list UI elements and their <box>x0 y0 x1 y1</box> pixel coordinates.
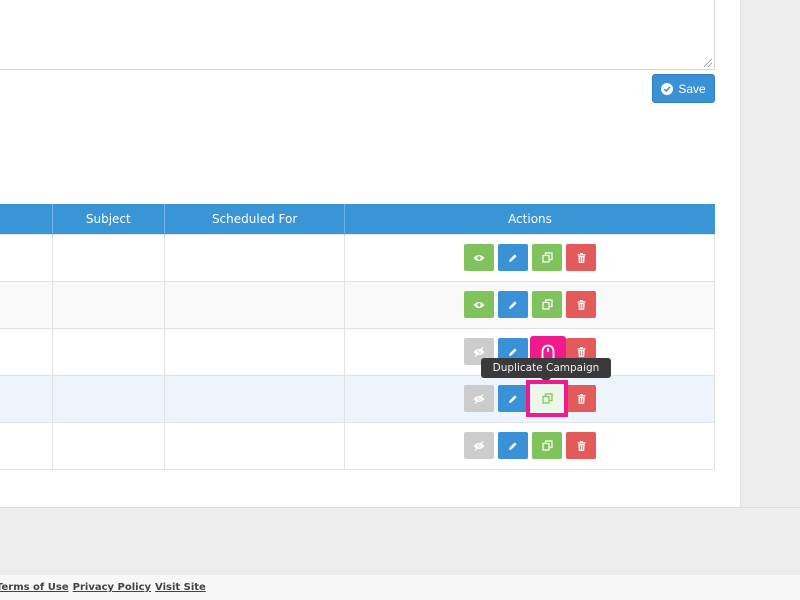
save-button-label: Save <box>678 81 706 96</box>
view-icon <box>473 301 485 308</box>
table-row <box>0 233 715 282</box>
pencil-icon <box>509 441 517 450</box>
table-row <box>0 421 715 470</box>
view-button[interactable] <box>464 291 495 318</box>
row-cell <box>0 374 53 423</box>
view-button[interactable] <box>464 244 495 271</box>
edit-button[interactable] <box>498 432 529 459</box>
view-icon <box>473 254 485 261</box>
view-icon <box>473 346 485 357</box>
row-actions <box>345 385 714 412</box>
delete-button[interactable] <box>566 385 597 412</box>
subject-cell <box>51 280 165 329</box>
footer-band <box>0 507 800 575</box>
column-header-actions: Actions <box>344 204 715 234</box>
visit-site-link[interactable]: Visit Site <box>155 582 206 593</box>
delete-button[interactable] <box>566 291 597 318</box>
footer-links: Terms of Use Privacy Policy Visit Site <box>0 575 800 600</box>
column-header-scheduled-for[interactable]: Scheduled For <box>164 204 346 234</box>
trash-icon <box>577 393 586 404</box>
pencil-icon <box>509 347 517 356</box>
view-button[interactable] <box>464 385 495 412</box>
subject-cell <box>51 327 165 376</box>
pencil-icon <box>509 394 517 403</box>
copy-icon <box>542 393 553 404</box>
row-actions <box>345 291 714 318</box>
view-icon <box>473 393 485 404</box>
pencil-icon <box>509 253 517 262</box>
view-icon <box>473 440 485 451</box>
column-header-subject[interactable]: Subject <box>52 204 165 234</box>
row-actions <box>345 244 714 271</box>
table-header: Subject Scheduled For Actions <box>0 204 715 234</box>
row-cell <box>0 421 53 470</box>
trash-icon <box>577 346 586 357</box>
copy-icon <box>542 440 553 451</box>
actions-cell <box>344 233 715 282</box>
delete-button[interactable] <box>566 244 597 271</box>
main-content: Save Subject Scheduled For Actions <box>0 0 740 507</box>
row-cell <box>0 280 53 329</box>
table-row <box>0 374 715 423</box>
row-actions <box>345 432 714 459</box>
duplicate-button[interactable] <box>532 291 563 318</box>
scheduled-for-cell <box>163 327 346 376</box>
duplicate-button[interactable] <box>532 385 563 412</box>
actions-cell <box>344 280 715 329</box>
trash-icon <box>577 440 586 451</box>
actions-cell <box>344 421 715 470</box>
message-textarea[interactable] <box>0 0 715 70</box>
edit-button[interactable] <box>498 385 529 412</box>
row-cell <box>0 327 53 376</box>
duplicate-button[interactable] <box>532 432 563 459</box>
scheduled-for-cell <box>163 374 346 423</box>
edit-button[interactable] <box>498 244 529 271</box>
campaigns-table: Subject Scheduled For Actions <box>0 204 715 470</box>
subject-cell <box>51 421 165 470</box>
trash-icon <box>577 252 586 263</box>
tooltip-pointer <box>541 378 551 383</box>
resize-grip-icon[interactable] <box>704 59 712 67</box>
check-circle-icon <box>661 82 674 95</box>
row-cell <box>0 233 53 282</box>
copy-icon <box>542 299 553 310</box>
column-header <box>0 204 53 234</box>
save-button[interactable]: Save <box>652 74 715 103</box>
scheduled-for-cell <box>163 233 346 282</box>
edit-button[interactable] <box>498 291 529 318</box>
delete-button[interactable] <box>566 432 597 459</box>
duplicate-button[interactable] <box>532 244 563 271</box>
privacy-link[interactable]: Privacy Policy <box>73 582 151 593</box>
table-row <box>0 280 715 329</box>
actions-cell <box>344 374 715 423</box>
subject-cell <box>51 374 165 423</box>
pencil-icon <box>509 300 517 309</box>
right-rail <box>740 0 800 507</box>
copy-icon <box>542 252 553 263</box>
terms-link[interactable]: Terms of Use <box>0 582 69 593</box>
duplicate-tooltip: Duplicate Campaign <box>481 358 611 378</box>
scheduled-for-cell <box>163 280 346 329</box>
view-button[interactable] <box>464 432 495 459</box>
subject-cell <box>51 233 165 282</box>
scheduled-for-cell <box>163 421 346 470</box>
trash-icon <box>577 299 586 310</box>
